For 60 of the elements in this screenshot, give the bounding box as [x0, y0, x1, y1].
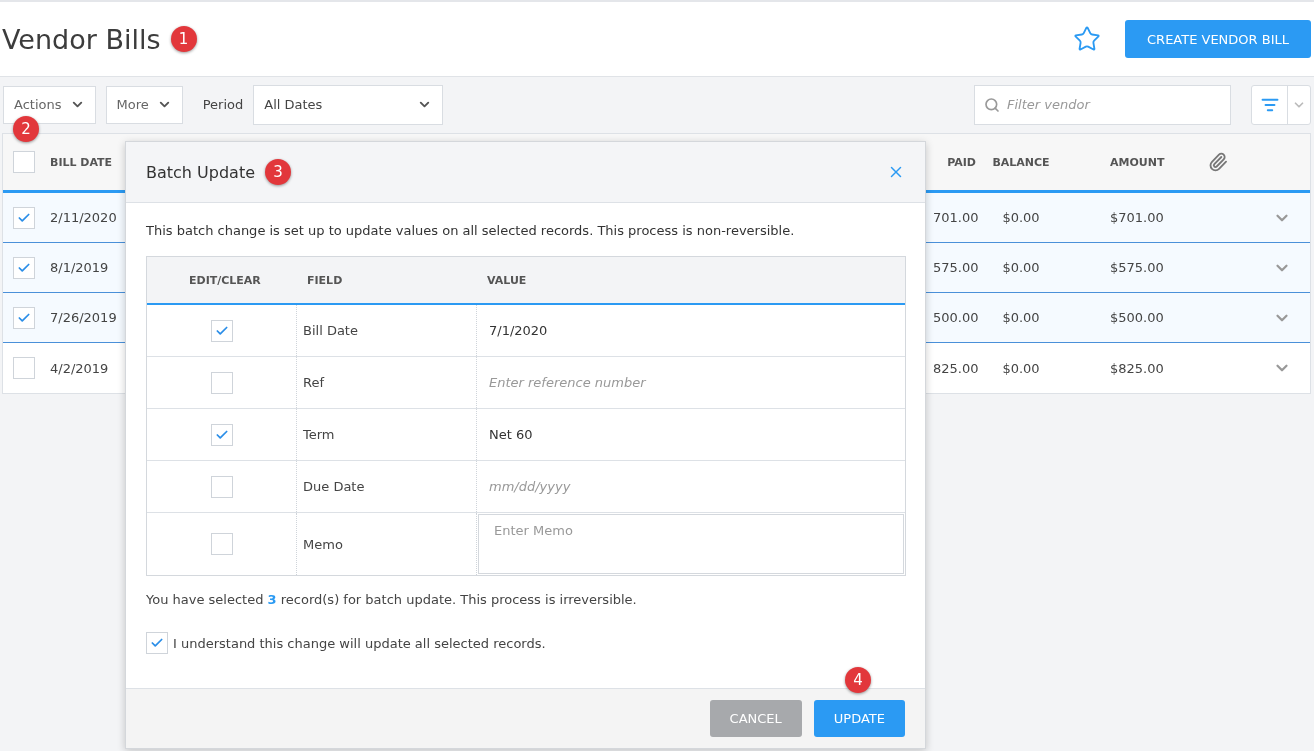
table-cell-text: 7/26/2019: [49, 310, 118, 325]
table-cell-text: $0.00: [1001, 360, 1041, 376]
checkbox[interactable]: [210, 475, 233, 498]
column-header[interactable]: BILL DATE: [45, 155, 128, 169]
table-cell-text: 575.00: [932, 260, 980, 275]
more-dropdown[interactable]: More: [105, 85, 183, 124]
star-icon[interactable]: [1073, 25, 1101, 53]
checkbox[interactable]: [13, 206, 35, 229]
confirm-label: I understand this change will update all selected records.: [173, 635, 546, 651]
period-select[interactable]: All Dates: [253, 84, 444, 125]
memo-field[interactable]: Enter Memo: [478, 514, 904, 574]
checkbox[interactable]: [13, 151, 35, 173]
value-field[interactable]: Enter reference number: [477, 357, 905, 408]
column-header: FIELD: [306, 273, 344, 287]
table-cell-text: 2/11/2020: [49, 210, 118, 225]
table-cell-text: 500.00: [932, 310, 980, 325]
field-label: Memo: [302, 536, 343, 552]
summary-text: You have selected 3 record(s) for batch update. This process is irreversible.: [146, 592, 638, 607]
value-field[interactable]: 7/1/2020: [477, 305, 905, 356]
checkbox[interactable]: [210, 533, 233, 555]
period-label: Period: [202, 97, 244, 112]
table-cell-text: 8/1/2019: [49, 260, 110, 275]
table-cell-text: $0.00: [1001, 210, 1041, 225]
annotation-marker: 1: [170, 26, 197, 52]
table-cell-text: $500.00: [1109, 310, 1165, 325]
paperclip-icon: [1208, 152, 1228, 172]
field-label: Ref: [302, 375, 325, 390]
checkbox[interactable]: [210, 371, 233, 394]
field-label: Due Date: [302, 479, 365, 494]
check-icon: [150, 636, 164, 650]
intro-text: This batch change is set up to update values on all selected records. This process is non-reversible.: [146, 223, 796, 238]
value-field[interactable]: mm/dd/yyyy: [477, 461, 905, 512]
checkbox[interactable]: [210, 423, 233, 446]
field-label: Bill Date: [302, 323, 358, 338]
filter-button[interactable]: [1251, 84, 1311, 125]
page-title: Vendor Bills: [2, 23, 161, 55]
table-cell-text: 701.00: [932, 210, 980, 225]
annotation-marker: 3: [265, 159, 292, 185]
table-cell-text: $701.00: [1109, 210, 1165, 225]
dialog-title: Batch Update: [146, 162, 256, 182]
checkbox[interactable]: [13, 256, 35, 279]
table-cell-text: $575.00: [1109, 260, 1165, 275]
table-cell-text: $0.00: [1001, 310, 1041, 325]
table-cell-text: $825.00: [1109, 360, 1165, 376]
table-cell-text: 825.00: [932, 360, 980, 376]
table-cell-text: $0.00: [1001, 260, 1041, 275]
table-cell-text: 4/2/2019: [49, 360, 110, 376]
field-label: Term: [302, 427, 335, 442]
value-field[interactable]: Net 60: [477, 409, 905, 460]
column-header[interactable]: AMOUNT: [1061, 155, 1183, 169]
column-header[interactable]: BALANCE: [981, 155, 1061, 169]
filter-vendor-field[interactable]: Filter vendor: [974, 84, 1231, 125]
checkbox[interactable]: [13, 357, 35, 379]
checkbox[interactable]: [210, 319, 233, 342]
column-header[interactable]: PAID: [928, 155, 981, 169]
column-header: EDIT/CLEAR: [188, 273, 262, 287]
checkbox[interactable]: [146, 632, 168, 654]
search-icon: [984, 96, 1000, 113]
checkbox[interactable]: [13, 306, 35, 329]
column-header: VALUE: [486, 273, 528, 287]
